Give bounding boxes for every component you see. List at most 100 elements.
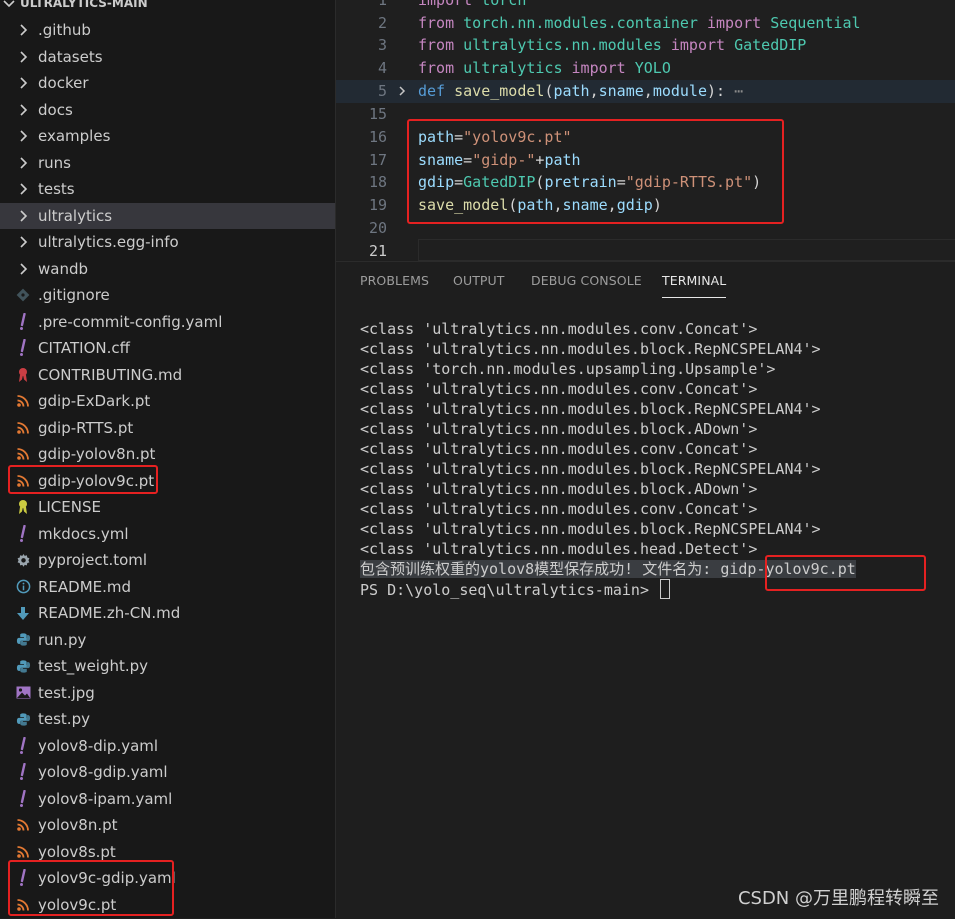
file-tree: .github datasets docker docs examples runs tes… [0,17,335,918]
code-token: sname [418,151,464,169]
code-line[interactable]: 5 def save_model(path,sname,module): ⋯ [336,80,955,103]
file-tree-item[interactable]: .gitignore [0,282,335,309]
code-token: torch [481,0,527,9]
chevron-right-icon [14,260,32,278]
terminal-line: <class 'ultralytics.nn.modules.block.ADo… [360,420,758,438]
tab-terminal[interactable]: TERMINAL [662,273,727,298]
chevron-right-icon [14,21,32,39]
file-tree-item[interactable]: .pre-commit-config.yaml [0,309,335,336]
tab-problems[interactable]: PROBLEMS [360,273,429,288]
file-tree-item[interactable]: README.md [0,574,335,601]
panel-tabs: PROBLEMS OUTPUT DEBUG CONSOLE TERMINAL [336,262,955,302]
terminal-output[interactable]: <class 'ultralytics.nn.modules.conv.Conc… [360,319,955,599]
ribbon-icon [14,366,32,384]
code-text: save_model(path,sname,gdip) [418,194,662,217]
gear-icon [14,551,32,569]
file-tree-item[interactable]: gdip-yolov9c.pt [0,468,335,495]
file-tree-item[interactable]: wandb [0,256,335,283]
file-tree-item-label: ultralytics [38,206,113,225]
code-token: from [418,14,455,32]
terminal-prompt-line[interactable]: PS D:\yolo_seq\ultralytics-main> [360,579,955,599]
terminal-line: <class 'ultralytics.nn.modules.block.Rep… [360,400,821,418]
file-tree-item[interactable]: gdip-RTTS.pt [0,415,335,442]
code-line[interactable]: 18 gdip=GatedDIP(pretrain="gdip-RTTS.pt") [336,171,955,194]
file-tree-item[interactable]: test_weight.py [0,653,335,680]
code-text: import torch [418,0,526,12]
tab-output[interactable]: OUTPUT [453,273,505,288]
file-tree-item[interactable]: docker [0,70,335,97]
file-tree-item-label: yolov9c-gdip.yaml [38,869,176,887]
file-tree-item[interactable]: yolov8-ipam.yaml [0,786,335,813]
code-token: ultralytics [463,59,563,77]
current-line-indicator [418,239,955,261]
file-tree-item[interactable]: LICENSE [0,494,335,521]
file-tree-item-label: docker [38,74,89,92]
file-tree-item-label: run.py [38,630,87,649]
file-tree-item[interactable]: yolov9c.pt [0,892,335,919]
code-line[interactable]: 16 path="yolov9c.pt" [336,126,955,149]
code-token: "gidp-" [472,151,536,169]
file-tree-item[interactable]: CONTRIBUTING.md [0,362,335,389]
file-tree-item[interactable]: yolov8s.pt [0,839,335,866]
file-tree-item[interactable]: yolov9c-gdip.yaml [0,865,335,892]
explorer-root-folder[interactable]: ULTRALYTICS-MAIN [0,0,335,12]
file-tree-item-label: LICENSE [38,498,101,516]
explorer-root-title: ULTRALYTICS-MAIN [20,0,148,10]
code-token: = [616,173,626,191]
code-text: from torch.nn.modules.container import S… [418,12,861,35]
code-token: = [454,128,464,146]
bottom-panel: PROBLEMS OUTPUT DEBUG CONSOLE TERMINAL <… [336,261,955,919]
code-token: gdip [418,173,455,191]
file-tree-item[interactable]: runs [0,150,335,177]
file-tree-item[interactable]: gdip-ExDark.pt [0,388,335,415]
terminal-success-line: 包含预训练权重的yolov8模型保存成功! 文件名为: gidp-yolov9c… [360,559,955,579]
file-tree-item[interactable]: mkdocs.yml [0,521,335,548]
file-tree-item[interactable]: ultralytics [0,202,335,229]
line-number: 3 [377,36,387,54]
tab-debug-console[interactable]: DEBUG CONSOLE [531,273,642,288]
file-tree-item[interactable]: yolov8n.pt [0,812,335,839]
code-line[interactable]: 19 save_model(path,sname,gdip) [336,194,955,217]
file-tree-item[interactable]: README.zh-CN.md [0,600,335,627]
file-tree-item[interactable]: docs [0,97,335,124]
code-token: ): [707,82,726,100]
code-line[interactable]: 1 import torch [336,0,955,12]
code-editor[interactable]: 1 import torch 2 from torch.nn.modules.cont… [336,0,955,260]
file-tree-item[interactable]: datasets [0,44,335,71]
code-line[interactable]: 17 sname="gidp-"+path [336,149,955,172]
code-line[interactable]: 4 from ultralytics import YOLO [336,57,955,80]
terminal-line: <class 'ultralytics.nn.modules.block.Rep… [360,520,821,538]
file-tree-item[interactable]: ultralytics.egg-info [0,229,335,256]
file-tree-item[interactable]: test.jpg [0,680,335,707]
file-tree-item-label: test_weight.py [38,657,149,675]
code-token: save_model [454,82,545,100]
code-token: path [553,82,590,100]
code-token: GatedDIP [734,36,807,54]
file-tree-item-label: ultralytics.egg-info [38,233,179,251]
code-token: def [418,82,446,100]
code-text: sname="gidp-"+path [418,149,581,172]
terminal-line: <class 'ultralytics.nn.modules.block.Rep… [360,340,821,358]
file-tree-item[interactable]: examples [0,123,335,150]
file-tree-item[interactable]: tests [0,176,335,203]
code-line[interactable]: 20 [336,217,955,240]
file-tree-item-label: gdip-yolov9c.pt [38,471,155,490]
file-tree-item[interactable]: test.py [0,706,335,733]
line-number: 21 [368,242,387,260]
yaml-exclamation-icon [14,339,32,357]
file-tree-item[interactable]: pyproject.toml [0,547,335,574]
terminal-line: <class 'ultralytics.nn.modules.block.Rep… [360,460,821,478]
file-tree-item[interactable]: .github [0,17,335,44]
code-line[interactable]: 2 from torch.nn.modules.container import … [336,12,955,35]
file-tree-item[interactable]: yolov8-dip.yaml [0,733,335,760]
file-tree-item[interactable]: CITATION.cff [0,335,335,362]
code-text: path="yolov9c.pt" [418,126,572,149]
file-tree-item-label: mkdocs.yml [38,524,129,543]
code-line[interactable]: 3 from ultralytics.nn.modules import Gate… [336,34,955,57]
code-line[interactable]: 15 [336,103,955,126]
code-token: ultralytics.nn.modules [463,36,662,54]
file-tree-item[interactable]: run.py [0,627,335,654]
code-token: ⋯ [725,82,744,100]
file-tree-item[interactable]: yolov8-gdip.yaml [0,759,335,786]
file-tree-item[interactable]: gdip-yolov8n.pt [0,441,335,468]
